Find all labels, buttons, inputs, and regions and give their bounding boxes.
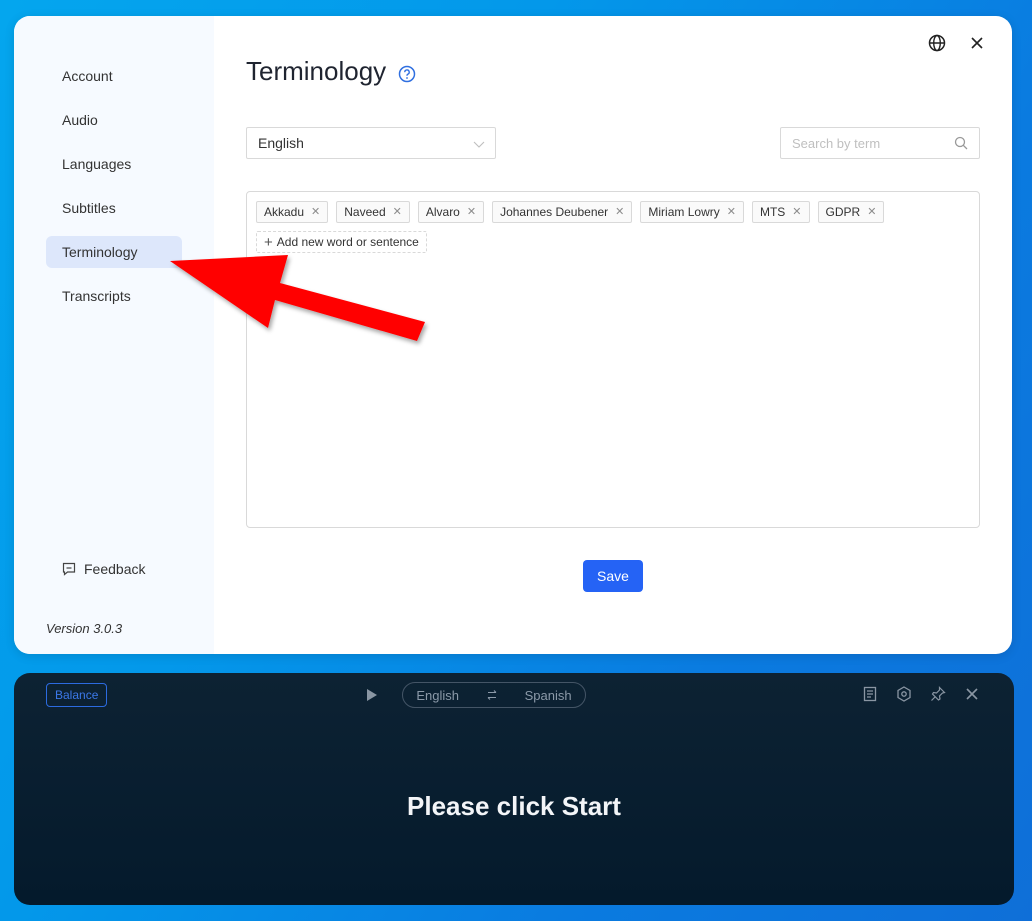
- settings-icon[interactable]: [896, 686, 912, 702]
- term-tag: Alvaro ✕: [417, 201, 485, 223]
- save-button[interactable]: Save: [583, 560, 643, 592]
- sidebar: Account Audio Languages Subtitles Termin…: [14, 16, 214, 654]
- page-title: Terminology: [246, 56, 416, 87]
- remove-term-icon[interactable]: ✕: [792, 206, 801, 218]
- feedback-icon: [62, 562, 76, 576]
- chevron-down-icon: [473, 141, 485, 148]
- status-message: Please click Start: [407, 791, 621, 821]
- sidebar-item-audio[interactable]: Audio: [46, 104, 182, 136]
- language-pair-toggle[interactable]: English Spanish: [402, 682, 586, 708]
- remove-term-icon[interactable]: ✕: [867, 206, 876, 218]
- source-language: English: [416, 687, 460, 703]
- player-bar: Balance English Spanish Please click Sta…: [14, 673, 1014, 905]
- close-player-icon[interactable]: [964, 686, 980, 702]
- player-controls: [862, 686, 980, 702]
- search-box: [780, 127, 980, 159]
- term-tag-label: Miriam Lowry: [648, 205, 720, 219]
- add-term-label: Add new word or sentence: [276, 235, 419, 249]
- swap-icon[interactable]: [486, 689, 498, 701]
- globe-icon[interactable]: [928, 34, 946, 52]
- term-tag: Akkadu ✕: [256, 201, 329, 223]
- sidebar-item-languages[interactable]: Languages: [46, 148, 182, 180]
- sidebar-item-terminology[interactable]: Terminology: [46, 236, 182, 268]
- document-icon[interactable]: [862, 686, 878, 702]
- balance-button[interactable]: Balance: [46, 683, 108, 707]
- term-tags: Akkadu ✕ Naveed ✕ Alvaro ✕ Johannes Deubener ✕ M…: [256, 201, 970, 223]
- close-icon[interactable]: [968, 34, 986, 52]
- page-title-text: Terminology: [246, 56, 387, 86]
- play-icon[interactable]: [366, 688, 378, 702]
- language-select-value: English: [258, 135, 304, 151]
- term-tag: Naveed ✕: [336, 201, 410, 223]
- search-input[interactable]: [781, 128, 941, 158]
- remove-term-icon[interactable]: ✕: [393, 206, 402, 218]
- remove-term-icon[interactable]: ✕: [727, 206, 736, 218]
- term-tag-label: Naveed: [344, 205, 386, 219]
- language-select[interactable]: English: [246, 127, 496, 159]
- feedback-link[interactable]: Feedback: [62, 561, 145, 577]
- term-tag-label: Akkadu: [264, 205, 305, 219]
- sidebar-item-subtitles[interactable]: Subtitles: [46, 192, 182, 224]
- help-icon[interactable]: [398, 65, 416, 83]
- terms-box: Akkadu ✕ Naveed ✕ Alvaro ✕ Johannes Deubener ✕ M…: [246, 191, 980, 528]
- target-language: Spanish: [524, 687, 572, 703]
- remove-term-icon[interactable]: ✕: [615, 206, 624, 218]
- term-tag-label: Johannes Deubener: [500, 205, 609, 219]
- term-tag-label: GDPR: [825, 205, 861, 219]
- term-tag: MTS ✕: [751, 201, 810, 223]
- term-tag: GDPR ✕: [817, 201, 885, 223]
- add-term-button[interactable]: + Add new word or sentence: [256, 231, 427, 253]
- search-icon[interactable]: [954, 136, 968, 150]
- term-tag-label: Alvaro: [425, 205, 460, 219]
- feedback-label: Feedback: [84, 561, 146, 577]
- sidebar-item-transcripts[interactable]: Transcripts: [46, 280, 182, 312]
- term-tag-label: MTS: [759, 205, 786, 219]
- window-controls: [928, 34, 986, 52]
- remove-term-icon[interactable]: ✕: [311, 206, 320, 218]
- pin-icon[interactable]: [930, 686, 946, 702]
- plus-icon: +: [264, 233, 273, 251]
- sidebar-item-account[interactable]: Account: [46, 60, 182, 92]
- remove-term-icon[interactable]: ✕: [467, 206, 476, 218]
- term-tag: Johannes Deubener ✕: [492, 201, 633, 223]
- version-label: Version 3.0.3: [46, 621, 123, 636]
- term-tag: Miriam Lowry ✕: [640, 201, 744, 223]
- settings-window: Account Audio Languages Subtitles Termin…: [14, 16, 1012, 654]
- main-panel: Terminology English Search by term Akkad…: [214, 16, 1012, 654]
